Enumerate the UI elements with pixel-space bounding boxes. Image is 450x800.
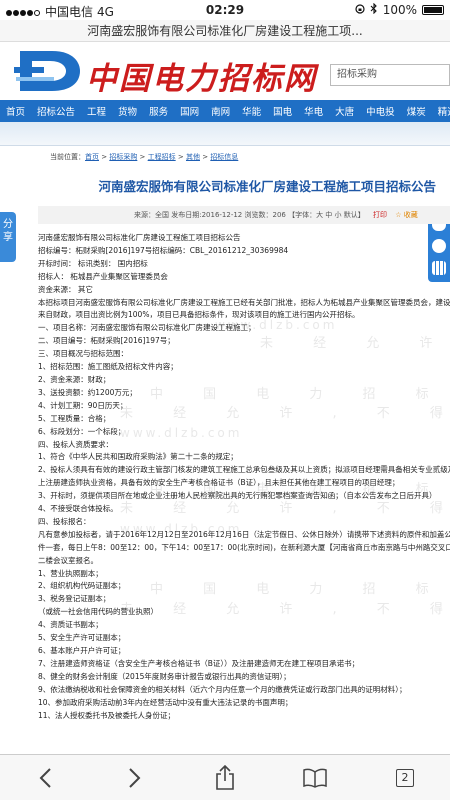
nav-item[interactable]: 煤炭 bbox=[401, 104, 432, 118]
logo-text: 中国电力招标网 bbox=[86, 61, 317, 97]
meta-text: 来源：全国 发布日期:2016-12-12 浏览数：206 【字体：大 中 小 … bbox=[134, 211, 365, 219]
nav-item[interactable]: 服务 bbox=[143, 104, 174, 118]
tab-count: 2 bbox=[396, 768, 414, 787]
article-line: 来自财政，项目出资比例为100%，项目已具备招标条件，现对该项目的施工进行国内公… bbox=[38, 310, 360, 320]
browser-toolbar: 2 bbox=[0, 754, 450, 800]
article-line: 11、法人授权委托书及被委托人身份证； bbox=[38, 710, 176, 720]
nav-item[interactable]: 首页 bbox=[0, 104, 31, 118]
nav-item[interactable]: 中电投 bbox=[360, 104, 401, 118]
breadcrumb-link[interactable]: 首页 bbox=[85, 153, 99, 161]
browser-title-bar[interactable]: 河南盛宏服饰有限公司标准化厂房建设工程施工项... bbox=[0, 20, 450, 42]
status-bar: 中国电信 4G 02:29 100% bbox=[0, 0, 450, 20]
article-line: 本招标项目河南盛宏服饰有限公司标准化厂房建设工程施工已经有关部门批准，招标人为柘… bbox=[38, 297, 450, 307]
article-line: 4、计划工期：90日历天； bbox=[38, 400, 128, 410]
breadcrumb-separator: > bbox=[137, 153, 148, 161]
article-line: 4、不接受联合体投标。 bbox=[38, 504, 118, 514]
print-link[interactable]: 打印 bbox=[373, 211, 387, 219]
book-icon bbox=[303, 768, 327, 788]
article-line: 河南盛宏服饰有限公司标准化厂房建设工程施工项目招标公告 bbox=[38, 233, 241, 242]
nav-item[interactable]: 华电 bbox=[298, 104, 329, 118]
article-line: 1、符合《中华人民共和国政府采购法》第二十二条的规定； bbox=[38, 452, 238, 462]
banner-band bbox=[0, 122, 450, 146]
article-line: 1、招标范围：施工图纸及招标文件内容； bbox=[38, 362, 178, 372]
page-title: 河南盛宏服饰有限公司标准化厂房建设工程施工项目招标公告 bbox=[98, 179, 436, 194]
bookmarks-button[interactable] bbox=[295, 760, 335, 796]
article-line: 2、投标人须具有有效的建设行政主管部门核发的建筑工程施工总承包叁级及其以上资质；… bbox=[38, 465, 450, 475]
nav-item[interactable]: 工程 bbox=[81, 104, 112, 118]
article-line: 8、健全的财务会计制度（2015年度财务审计报告或银行出具的资信证明）； bbox=[38, 671, 291, 681]
battery-icon bbox=[422, 5, 444, 15]
breadcrumb-link[interactable]: 工程招标 bbox=[148, 153, 176, 161]
breadcrumb: 当前位置：首页 > 招标采购 > 工程招标 > 其他 > 招标信息 bbox=[50, 152, 238, 162]
site-logo[interactable]: 中国电力招标网 bbox=[14, 47, 317, 97]
nav-item[interactable]: 精选项目 bbox=[432, 104, 450, 118]
article-line: 10、参加政府采购活动前3年内在经营活动中没有重大违法记录的书面声明； bbox=[38, 697, 293, 707]
article-line: 2、资金来源：财政； bbox=[38, 374, 111, 384]
share-sheet-button[interactable] bbox=[205, 760, 245, 796]
back-button[interactable] bbox=[25, 760, 65, 796]
article-line: 一、项目名称：河南盛宏服饰有限公司标准化厂房建设工程施工； bbox=[38, 323, 256, 333]
article-line: 招标人： 柘城县产业集聚区管理委员会 bbox=[38, 271, 168, 281]
nav-item[interactable]: 货物 bbox=[112, 104, 143, 118]
article-line: 6、标段划分：一个标段； bbox=[38, 426, 126, 436]
breadcrumb-link[interactable]: 其他 bbox=[186, 153, 200, 161]
article-line: 四、投标人资质要求： bbox=[38, 439, 113, 449]
article-line: 件一套，每日上午8：00至12：00，下午14：00至17：00(北京时间)，在… bbox=[38, 542, 450, 552]
article-line: 二楼会议室报名。 bbox=[38, 555, 98, 565]
article-line: 5、安全生产许可证副本； bbox=[38, 633, 126, 643]
article-line: 3、税务登记证副本； bbox=[38, 594, 111, 604]
article-line: 上注册建造师执业资格，具备有效的安全生产考核合格证书（B证），且未担任其他在建工… bbox=[38, 478, 400, 488]
bluetooth-icon bbox=[370, 2, 378, 17]
article-body: 河南盛宏服饰有限公司标准化厂房建设工程施工项目招标公告招标编号：柘财采购[201… bbox=[38, 232, 450, 722]
article-line: 资金来源： 其它 bbox=[38, 284, 93, 294]
site-header: 中国电力招标网 招标采购 bbox=[0, 42, 450, 100]
article-line: 2、组织机构代码证副本； bbox=[38, 581, 126, 591]
article-line: 5、工程质量：合格； bbox=[38, 413, 111, 423]
nav-item[interactable]: 南网 bbox=[205, 104, 236, 118]
article-line: 7、注册建造师资格证（含安全生产考核合格证书（B证））及注册建造师无在建工程项目… bbox=[38, 658, 360, 668]
article-line: 四、投标报名： bbox=[38, 516, 91, 526]
battery-percent: 100% bbox=[382, 3, 417, 17]
article-line: 6、基本账户开户许可证； bbox=[38, 646, 126, 655]
share-button[interactable]: 分享 bbox=[0, 212, 16, 262]
nav-item[interactable]: 招标公告 bbox=[31, 104, 81, 118]
status-right: 100% bbox=[355, 2, 444, 17]
article-meta: 来源：全国 发布日期:2016-12-12 浏览数：206 【字体：大 中 小 … bbox=[38, 206, 450, 224]
article-line: 招标编号：柘财采购[2016]197号招标编码：CBL_20161212_303… bbox=[38, 245, 289, 255]
breadcrumb-link[interactable]: 招标采购 bbox=[109, 153, 137, 161]
chevron-right-icon bbox=[129, 767, 141, 788]
share-icon bbox=[216, 764, 234, 790]
article-line: 3、开标时，须提供项目所在地或企业注册地人民检察院出具的无行贿犯罪档案查询告知函… bbox=[38, 491, 437, 501]
article-line: 4、资质证书副本； bbox=[38, 620, 103, 630]
breadcrumb-separator: > bbox=[175, 153, 186, 161]
breadcrumb-separator: > bbox=[199, 153, 211, 161]
article-line: 开标时间： 标讯类别： 国内招标 bbox=[38, 258, 148, 268]
nav-item[interactable]: 华能 bbox=[236, 104, 267, 118]
breadcrumb-prefix: 当前位置： bbox=[50, 153, 85, 161]
tabs-button[interactable]: 2 bbox=[385, 760, 425, 796]
article-line: 9、依法缴纳税收和社会保障资金的相关材料（近六个月内任意一个月的缴费凭证或行政部… bbox=[38, 684, 407, 694]
lock-rotation-icon bbox=[355, 3, 365, 17]
logo-mark-icon bbox=[14, 51, 80, 91]
nav-item[interactable]: 国电 bbox=[267, 104, 298, 118]
article-line: 3、送投资额：约1200万元； bbox=[38, 387, 137, 397]
favorite-link[interactable]: ☆ 收藏 bbox=[395, 211, 418, 219]
article-line: 凡有意参加投标者，请于2016年12月12日至2016年12月16日（法定节假日… bbox=[38, 529, 450, 539]
breadcrumb-link[interactable]: 招标信息 bbox=[210, 153, 238, 161]
article-line: 二、项目编号：柘财采购[2016]197号； bbox=[38, 336, 175, 346]
forward-button[interactable] bbox=[115, 760, 155, 796]
nav-item[interactable]: 国网 bbox=[174, 104, 205, 118]
article-line: （或统一社会信用代码的营业执照） bbox=[38, 607, 158, 617]
search-input[interactable]: 招标采购 bbox=[330, 64, 450, 86]
nav-item[interactable]: 大唐 bbox=[329, 104, 360, 118]
chevron-left-icon bbox=[39, 767, 51, 788]
favorite-label: 收藏 bbox=[403, 211, 418, 219]
main-nav: 首页招标公告工程货物服务国网南网华能国电华电大唐中电投煤炭精选项目光伏风电 bbox=[0, 100, 450, 122]
article-line: 1、营业执照副本； bbox=[38, 568, 103, 578]
breadcrumb-separator: > bbox=[99, 153, 110, 161]
article-line: 三、项目概况与招标范围： bbox=[38, 349, 128, 359]
